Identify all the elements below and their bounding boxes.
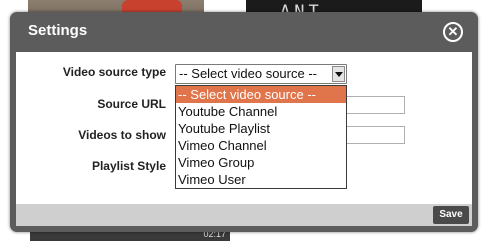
source-url-input[interactable] (345, 96, 405, 114)
select-current-value: -- Select video source -- (179, 66, 317, 81)
video-source-type-label: Video source type (62, 65, 166, 79)
dialog-title: Settings (28, 22, 88, 39)
dropdown-option[interactable]: Youtube Channel (176, 103, 346, 120)
dropdown-option[interactable]: Vimeo User (176, 171, 346, 188)
video-source-type-select[interactable]: -- Select video source -- (175, 64, 347, 84)
close-icon[interactable]: ✕ (443, 22, 463, 42)
save-button[interactable]: Save (433, 206, 469, 224)
settings-dialog: Settings ✕ Video source type Source URL … (10, 12, 478, 232)
dropdown-option[interactable]: -- Select video source -- (176, 86, 346, 103)
videos-to-show-input[interactable] (345, 126, 405, 144)
dropdown-option[interactable]: Vimeo Channel (176, 137, 346, 154)
video-source-dropdown: -- Select video source -- Youtube Channel… (175, 85, 347, 189)
dropdown-option[interactable]: Youtube Playlist (176, 120, 346, 137)
chevron-down-icon[interactable] (332, 66, 345, 82)
playlist-style-label: Playlist Style (91, 159, 166, 173)
settings-form: Video source type Source URL Videos to s… (16, 52, 472, 204)
dropdown-option[interactable]: Vimeo Group (176, 154, 346, 171)
dialog-footer: Save (16, 204, 472, 226)
videos-to-show-label: Videos to show (78, 128, 166, 142)
source-url-label: Source URL (97, 97, 166, 111)
